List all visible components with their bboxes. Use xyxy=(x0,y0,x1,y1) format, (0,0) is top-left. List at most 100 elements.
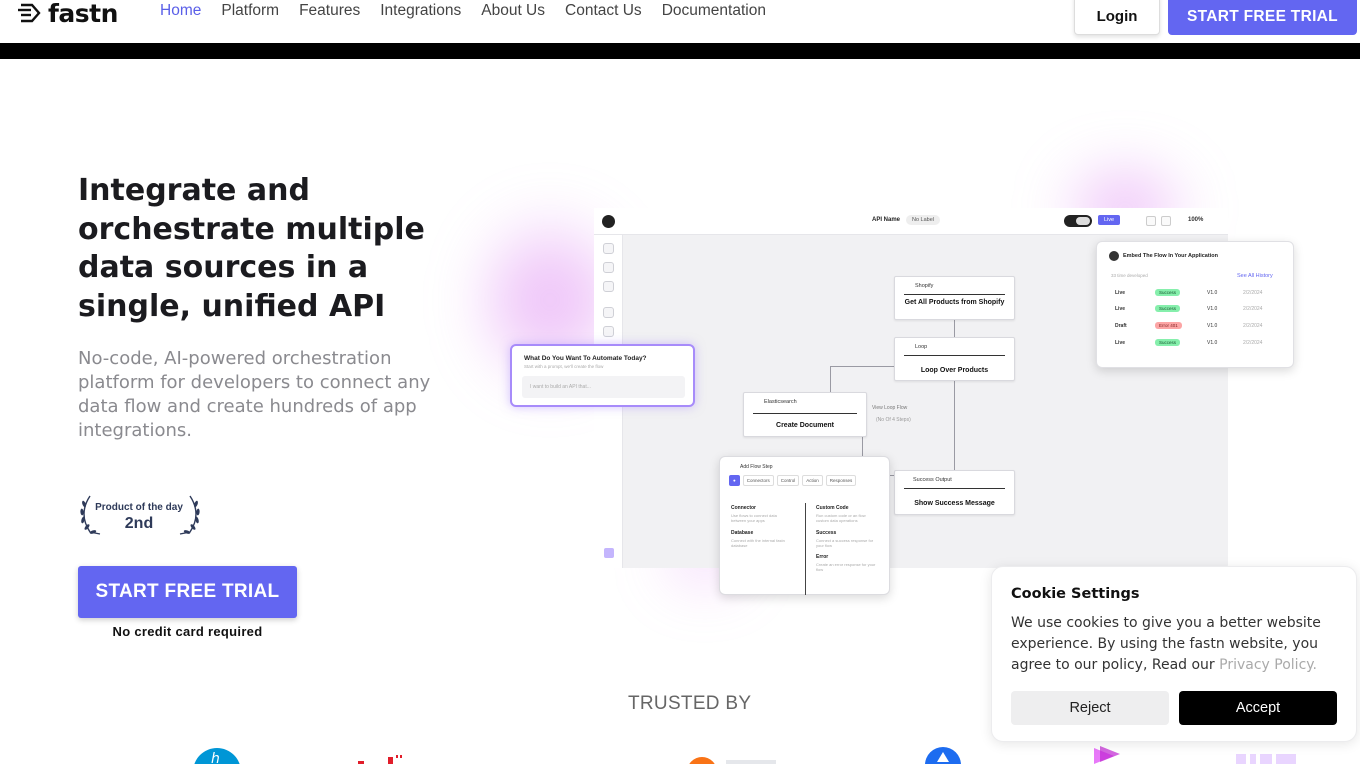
svg-text:h: h xyxy=(211,751,220,764)
mock-no-label: No Label xyxy=(906,215,941,225)
privacy-policy-link[interactable]: Privacy Policy. xyxy=(1219,657,1317,673)
nav-features[interactable]: Features xyxy=(299,0,380,22)
history-status: Success xyxy=(1155,289,1181,296)
main-nav: Home Platform Features Integrations Abou… xyxy=(160,0,786,22)
node-loop: Loop Loop Over Products xyxy=(894,337,1015,381)
nav-about-us[interactable]: About Us xyxy=(481,0,565,22)
add-step-option: Success xyxy=(816,530,837,536)
node-head: Success Output xyxy=(913,477,952,483)
client-logo-hp-icon: h xyxy=(194,748,240,764)
cookie-reject-button[interactable]: Reject xyxy=(1011,691,1169,725)
mock-gear-icon xyxy=(603,281,614,292)
add-step-option-desc: Create an error response for your flow xyxy=(816,562,876,572)
node-line xyxy=(904,488,1005,489)
automate-hint: Start with a prompt, we'll create the fl… xyxy=(524,364,604,369)
history-env: Live xyxy=(1115,306,1126,312)
nav-platform[interactable]: Platform xyxy=(221,0,299,22)
history-card: Embed The Flow In Your Application 33 ti… xyxy=(1096,241,1294,368)
nav-integrations[interactable]: Integrations xyxy=(380,0,481,22)
history-status: Success xyxy=(1155,305,1181,312)
mock-clock-icon xyxy=(603,326,614,337)
nav-contact-us[interactable]: Contact Us xyxy=(565,0,662,22)
cookie-title: Cookie Settings xyxy=(1011,586,1140,602)
add-step-option-desc: Run custom code or an flow custom data o… xyxy=(816,513,866,523)
add-step-option: Database xyxy=(731,530,754,536)
history-date: 2/2/2024 xyxy=(1243,306,1263,312)
product-of-the-day-badge[interactable]: Product of the day 2nd xyxy=(78,494,202,536)
history-date: 2/2/2024 xyxy=(1243,340,1263,346)
add-step-divider xyxy=(805,503,806,595)
client-logo-red-icon xyxy=(358,755,402,764)
cookie-banner: Cookie Settings We use cookies to give y… xyxy=(991,566,1357,742)
history-env: Live xyxy=(1115,290,1126,296)
node-line xyxy=(904,294,1005,295)
automate-input: I want to build an API that... xyxy=(522,376,685,398)
flow-connector xyxy=(830,366,831,392)
node-shopify: Shopify Get All Products from Shopify xyxy=(894,276,1015,320)
mock-grid-icon xyxy=(603,262,614,273)
automate-title: What Do You Want To Automate Today? xyxy=(524,355,647,362)
mock-square-icon xyxy=(1161,216,1171,226)
cookie-accept-button[interactable]: Accept xyxy=(1179,691,1337,725)
mock-live-badge: Live xyxy=(1098,215,1121,225)
add-step-option-desc: Connect with the internal fastn database xyxy=(731,538,785,548)
node-title: Create Document xyxy=(776,422,834,429)
mock-logo-icon xyxy=(602,215,615,228)
hero-title: Integrate and orchestrate multiple data … xyxy=(78,173,425,324)
add-step-option: Connector xyxy=(731,505,756,511)
node-success-output: Success Output Show Success Message xyxy=(894,470,1015,515)
flow-connector xyxy=(954,319,955,338)
mock-home-icon xyxy=(603,243,614,254)
nav-home[interactable]: Home xyxy=(160,0,221,22)
cookie-text: We use cookies to give you a better webs… xyxy=(1011,613,1341,676)
history-subtitle: 33 time developed xyxy=(1111,273,1148,278)
view-loop-flow-label: View Loop Flow xyxy=(872,405,908,411)
fastn-logo-icon xyxy=(18,3,41,23)
history-row: Draft Error 401 V1.0 2/2/2024 xyxy=(1111,321,1281,331)
add-step-tab: Control xyxy=(776,475,800,486)
add-step-tab: Responses xyxy=(825,475,857,486)
history-status: Error 401 xyxy=(1155,322,1182,329)
add-step-tab: Connectors xyxy=(742,475,774,486)
hero-start-trial-button[interactable]: START FREE TRIAL xyxy=(78,566,297,618)
add-step-tab: Action xyxy=(802,475,823,486)
add-step-option: Error xyxy=(816,554,829,560)
hero-subtitle: No-code, AI-powered orchestration platfo… xyxy=(78,348,431,441)
login-button[interactable]: Login xyxy=(1074,0,1160,35)
no-credit-card-note: No credit card required xyxy=(112,624,263,639)
badge-rank: 2nd xyxy=(124,515,154,532)
mock-chat-icon xyxy=(604,548,614,558)
mock-topbar: API Name No Label Live 100% xyxy=(594,208,1228,235)
history-date: 2/2/2024 xyxy=(1243,323,1263,329)
add-step-tab: ● xyxy=(729,475,740,486)
trusted-by-heading: TRUSTED BY xyxy=(628,693,752,714)
badge-caption: Product of the day xyxy=(95,502,183,513)
brand-name: fastn xyxy=(48,0,118,28)
history-version: V1.0 xyxy=(1207,290,1218,296)
node-title: Show Success Message xyxy=(914,500,995,507)
header-start-trial-button[interactable]: START FREE TRIAL xyxy=(1168,0,1357,35)
client-logo-purple-icon xyxy=(1236,754,1296,764)
add-step-tabs: ● Connectors Control Action Responses xyxy=(729,475,857,486)
header-divider-bar xyxy=(0,43,1360,59)
flow-connector xyxy=(954,381,955,471)
node-title: Loop Over Products xyxy=(920,367,989,374)
node-elasticsearch: Elasticsearch Create Document xyxy=(743,392,867,437)
mock-api-name: API Name xyxy=(872,217,901,223)
add-flow-step-card: Add Flow Step ● Connectors Control Actio… xyxy=(719,456,890,595)
add-step-title: Add Flow Step xyxy=(740,464,773,470)
node-line xyxy=(904,355,1005,356)
history-title: Embed The Flow In Your Application xyxy=(1123,253,1218,259)
site-header: fastn Home Platform Features Integration… xyxy=(0,0,1360,43)
history-date: 2/2/2024 xyxy=(1243,290,1263,296)
history-status: Success xyxy=(1155,339,1181,346)
history-env: Draft xyxy=(1115,323,1127,329)
mock-square-icon xyxy=(1146,216,1156,226)
see-all-history-link: See All History xyxy=(1237,273,1273,279)
client-logo-orange-icon xyxy=(689,757,776,764)
brand-logo[interactable]: fastn xyxy=(18,0,118,28)
nav-documentation[interactable]: Documentation xyxy=(662,0,786,22)
mock-link-icon xyxy=(603,307,614,318)
loop-steps-label: (No Of 4 Steps) xyxy=(876,417,911,423)
history-row: Live Success V1.0 2/2/2024 xyxy=(1111,304,1281,314)
